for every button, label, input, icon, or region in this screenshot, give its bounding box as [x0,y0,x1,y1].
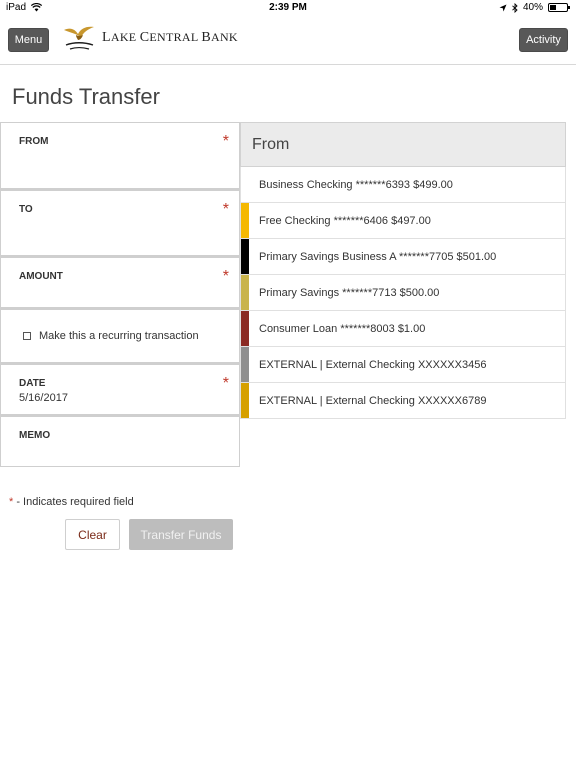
account-label: EXTERNAL | External Checking XXXXXX3456 [259,358,487,371]
account-color-swatch [241,203,249,238]
status-bar: iPad 2:39 PM 40% [0,0,576,16]
battery-fill [550,5,557,10]
battery-icon [548,3,570,12]
bird-logo-icon [64,26,94,50]
to-label: TO [19,204,33,215]
menu-button[interactable]: Menu [8,28,49,52]
date-label: DATE [19,378,46,389]
account-label: EXTERNAL | External Checking XXXXXX6789 [259,394,487,407]
from-label: FROM [19,136,49,147]
account-option[interactable]: Free Checking *******6406 $497.00 [240,203,566,239]
required-field-note: * - Indicates required field [9,496,134,508]
clock: 2:39 PM [269,2,307,13]
to-field[interactable]: TO * [0,189,240,256]
account-color-swatch [241,275,249,310]
transfer-form: FROM * TO * AMOUNT * Make this a recurri… [0,122,240,467]
account-label: Free Checking *******6406 $497.00 [259,214,431,227]
account-picker-title: From [240,122,566,167]
account-color-swatch [241,239,249,274]
clear-button[interactable]: Clear [65,519,120,550]
required-asterisk: * [222,133,229,150]
account-label: Primary Savings *******7713 $500.00 [259,286,440,299]
recurring-option[interactable]: Make this a recurring transaction [23,330,199,342]
page-title: Funds Transfer [12,84,160,109]
account-label: Business Checking *******6393 $499.00 [259,178,453,191]
memo-field[interactable]: MEMO [0,415,240,467]
battery-percent: 40% [522,2,543,13]
account-option[interactable]: EXTERNAL | External Checking XXXXXX6789 [240,383,566,419]
recurring-checkbox[interactable] [23,332,31,340]
location-arrow-icon [499,4,507,11]
memo-label: MEMO [19,430,51,441]
required-asterisk: * [222,201,229,218]
account-color-swatch [241,311,249,346]
account-option[interactable]: EXTERNAL | External Checking XXXXXX3456 [240,347,566,383]
recurring-row: Make this a recurring transaction [0,308,240,363]
activity-button[interactable]: Activity [519,28,568,52]
account-option[interactable]: Primary Savings *******7713 $500.00 [240,275,566,311]
bluetooth-icon [512,2,518,13]
account-label: Consumer Loan *******8003 $1.00 [259,322,426,335]
account-color-swatch [241,167,249,202]
account-color-swatch [241,347,249,382]
date-value: 5/16/2017 [19,392,68,404]
account-option[interactable]: Primary Savings Business A *******7705 $… [240,239,566,275]
from-field[interactable]: FROM * [0,122,240,189]
required-asterisk: * [222,375,229,392]
account-label: Primary Savings Business A *******7705 $… [259,250,497,263]
account-picker-panel: From Business Checking *******6393 $499.… [240,122,566,419]
amount-field[interactable]: AMOUNT * [0,256,240,308]
bank-logo: LAKE CENTRAL BANK [62,24,238,52]
recurring-label: Make this a recurring transaction [39,330,199,342]
amount-label: AMOUNT [19,271,63,282]
account-option[interactable]: Consumer Loan *******8003 $1.00 [240,311,566,347]
account-option[interactable]: Business Checking *******6393 $499.00 [240,167,566,203]
required-asterisk: * [222,268,229,285]
account-color-swatch [241,383,249,418]
app-header: Menu LAKE CENTRAL BANK Activity [0,16,576,65]
transfer-funds-button[interactable]: Transfer Funds [129,519,233,550]
bank-name: LAKE CENTRAL BANK [102,30,238,45]
date-field[interactable]: DATE 5/16/2017 * [0,363,240,415]
